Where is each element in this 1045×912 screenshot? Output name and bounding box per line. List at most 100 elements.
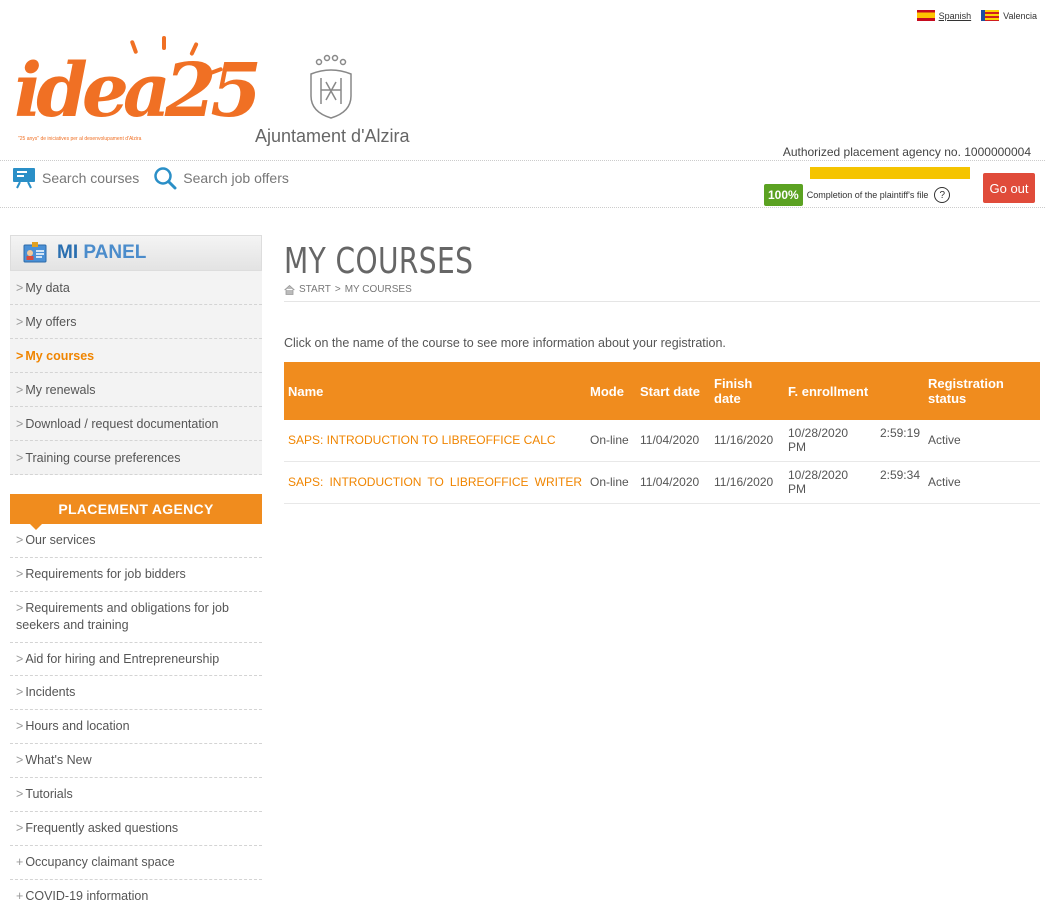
search-courses-link[interactable]: Search courses xyxy=(12,167,139,189)
sidebar-item-my-courses[interactable]: > My courses xyxy=(10,339,262,373)
agency-item-hours-location[interactable]: > Hours and location xyxy=(10,710,262,745)
course-status: Active xyxy=(924,461,1040,504)
course-status: Active xyxy=(924,420,1040,462)
agency-item-label: Requirements and obligations for job see… xyxy=(16,600,229,632)
ajuntament-name: Ajuntament d'Alzira xyxy=(255,126,410,146)
panel-title-panel: PANEL xyxy=(83,242,147,263)
language-valencia-label[interactable]: Valencia xyxy=(1003,11,1037,21)
placement-agency-panel: PLACEMENT AGENCY > Our services > Requirem… xyxy=(10,494,262,912)
sidebar-item-label: My offers xyxy=(25,315,77,329)
agency-item-faq[interactable]: > Frequently asked questions xyxy=(10,811,262,846)
breadcrumb-separator: > xyxy=(334,284,341,295)
column-header-status: Registration status xyxy=(924,362,1040,420)
breadcrumb-start[interactable]: START xyxy=(299,284,331,295)
completion-percent-badge: 100% xyxy=(764,184,803,206)
agency-item-label: Tutorials xyxy=(25,787,73,801)
id-card-icon xyxy=(23,242,47,263)
search-courses-label[interactable]: Search courses xyxy=(42,170,139,186)
agency-item-label: Aid for hiring and Entrepreneurship xyxy=(25,651,220,666)
divider xyxy=(0,160,1045,161)
agency-item-requirements-bidders[interactable]: > Requirements for job bidders xyxy=(10,557,262,592)
language-bar: Spanish Valencia xyxy=(916,10,1037,21)
course-finish-date: 11/16/2020 xyxy=(710,461,784,504)
agency-item-claimant-space[interactable]: + Occupancy claimant space xyxy=(10,845,262,880)
my-panel-header: MI PANEL xyxy=(10,235,262,271)
top-search-links: Search courses Search job offers xyxy=(12,166,289,190)
search-icon xyxy=(154,167,177,190)
agency-item-aid-hiring[interactable]: > Aid for hiring and Entrepreneurship xyxy=(10,642,262,677)
help-icon[interactable]: ? xyxy=(934,187,951,203)
column-header-start-date: Start date xyxy=(636,362,710,420)
sidebar-item-label: Download / request documentation xyxy=(25,417,219,431)
file-completion: 100% Completion of the plaintiff's file … xyxy=(764,184,951,206)
course-board-icon xyxy=(13,168,35,189)
sidebar-item-my-data[interactable]: > My data xyxy=(10,271,262,305)
idea25-logo[interactable]: idea25 "25 anys" de iniciatives per al d… xyxy=(14,36,262,146)
agency-item-label: COVID-19 information xyxy=(25,888,149,903)
enrollment-ampm: PM xyxy=(788,440,806,455)
column-header-enrollment: F. enrollment xyxy=(784,362,924,420)
agency-item-label: Our services xyxy=(25,533,96,547)
language-spanish[interactable]: Spanish xyxy=(916,10,972,21)
language-valencia[interactable]: Valencia xyxy=(981,10,1037,21)
sidebar-item-label: My data xyxy=(25,281,70,295)
course-start-date: 11/04/2020 xyxy=(636,461,710,504)
intro-text: Click on the name of the course to see m… xyxy=(284,336,726,350)
course-start-date: 11/04/2020 xyxy=(636,420,710,462)
enrollment-date: 10/28/2020 xyxy=(788,426,849,440)
city-seal-icon xyxy=(310,54,352,119)
agency-item-label: Requirements for job bidders xyxy=(25,566,186,581)
course-mode: On-line xyxy=(586,461,636,504)
course-enrollment: 10/28/2020 2:59:34 PM xyxy=(784,461,924,504)
agency-item-tutorials[interactable]: > Tutorials xyxy=(10,778,262,812)
home-icon xyxy=(284,284,295,295)
agency-item-label: Occupancy claimant space xyxy=(25,854,175,869)
breadcrumb: START > MY COURSES xyxy=(284,284,1040,302)
sidebar-item-my-offers[interactable]: > My offers xyxy=(10,305,262,339)
ajuntament-logo[interactable]: Ajuntament d'Alzira xyxy=(255,48,425,148)
course-name-link[interactable]: SAPS: INTRODUCTION TO LIBREOFFICE CALC xyxy=(284,420,586,462)
page-title: MY COURSES xyxy=(284,241,474,282)
idea25-logo-text: idea25 xyxy=(14,48,262,134)
table-header-row: Name Mode Start date Finish date F. enro… xyxy=(284,362,1040,420)
idea25-tagline: "25 anys" de iniciatives per al desenvol… xyxy=(18,136,142,142)
enrollment-time: 2:59:19 xyxy=(879,426,920,440)
course-mode: On-line xyxy=(586,420,636,462)
my-panel-menu: > My data > My offers > My courses > My rene… xyxy=(10,271,262,475)
course-enrollment: 10/28/2020 2:59:19 PM xyxy=(784,420,924,462)
completion-label: Completion of the plaintiff's file xyxy=(806,190,929,200)
spain-flag-icon xyxy=(916,10,935,21)
sidebar-item-documentation[interactable]: > Download / request documentation xyxy=(10,407,262,441)
go-out-button[interactable]: Go out xyxy=(983,173,1035,203)
table-row: SAPS: INTRODUCTION TO LIBREOFFICE CALC O… xyxy=(284,420,1040,462)
enrollment-time: 2:59:34 xyxy=(879,467,920,482)
my-panel: MI PANEL > My data > My offers > My courses… xyxy=(10,235,262,475)
language-spanish-label[interactable]: Spanish xyxy=(939,11,972,21)
sidebar-item-training-preferences[interactable]: > Training course preferences xyxy=(10,441,262,475)
course-name-link[interactable]: SAPS: INTRODUCTION TO LIBREOFFICE WRITER xyxy=(284,461,586,504)
sidebar-item-my-renewals[interactable]: > My renewals xyxy=(10,373,262,407)
placement-agency-menu: > Our services > Requirements for job bidd… xyxy=(10,524,262,912)
agency-item-our-services[interactable]: > Our services xyxy=(10,524,262,558)
agency-item-label: Incidents xyxy=(25,685,76,700)
course-finish-date: 11/16/2020 xyxy=(710,420,784,462)
table-row: SAPS: INTRODUCTION TO LIBREOFFICE WRITER… xyxy=(284,461,1040,504)
agency-item-covid[interactable]: + COVID-19 information xyxy=(10,879,262,912)
agency-item-incidents[interactable]: > Incidents xyxy=(10,676,262,711)
main-content: MY COURSES START > MY COURSES Click on t… xyxy=(284,244,1040,504)
agency-item-label: What's New xyxy=(25,753,92,768)
agency-item-whats-new[interactable]: > What's New xyxy=(10,744,262,778)
breadcrumb-current: MY COURSES xyxy=(344,284,412,295)
agency-number: Authorized placement agency no. 10000000… xyxy=(782,145,1031,159)
column-header-name: Name xyxy=(284,362,586,420)
sidebar-item-label: My renewals xyxy=(25,383,96,397)
search-jobs-label[interactable]: Search job offers xyxy=(183,170,289,186)
sidebar-item-label: Training course preferences xyxy=(25,451,181,465)
agency-item-label: Hours and location xyxy=(25,719,130,734)
enrollment-date: 10/28/2020 xyxy=(788,467,849,482)
panel-title-mi: MI xyxy=(57,242,79,263)
search-jobs-link[interactable]: Search job offers xyxy=(153,166,289,190)
valencia-flag-icon xyxy=(981,10,1000,21)
enrollment-ampm: PM xyxy=(788,482,806,497)
agency-item-requirements-seekers[interactable]: > Requirements and obligations for job se… xyxy=(10,591,262,643)
